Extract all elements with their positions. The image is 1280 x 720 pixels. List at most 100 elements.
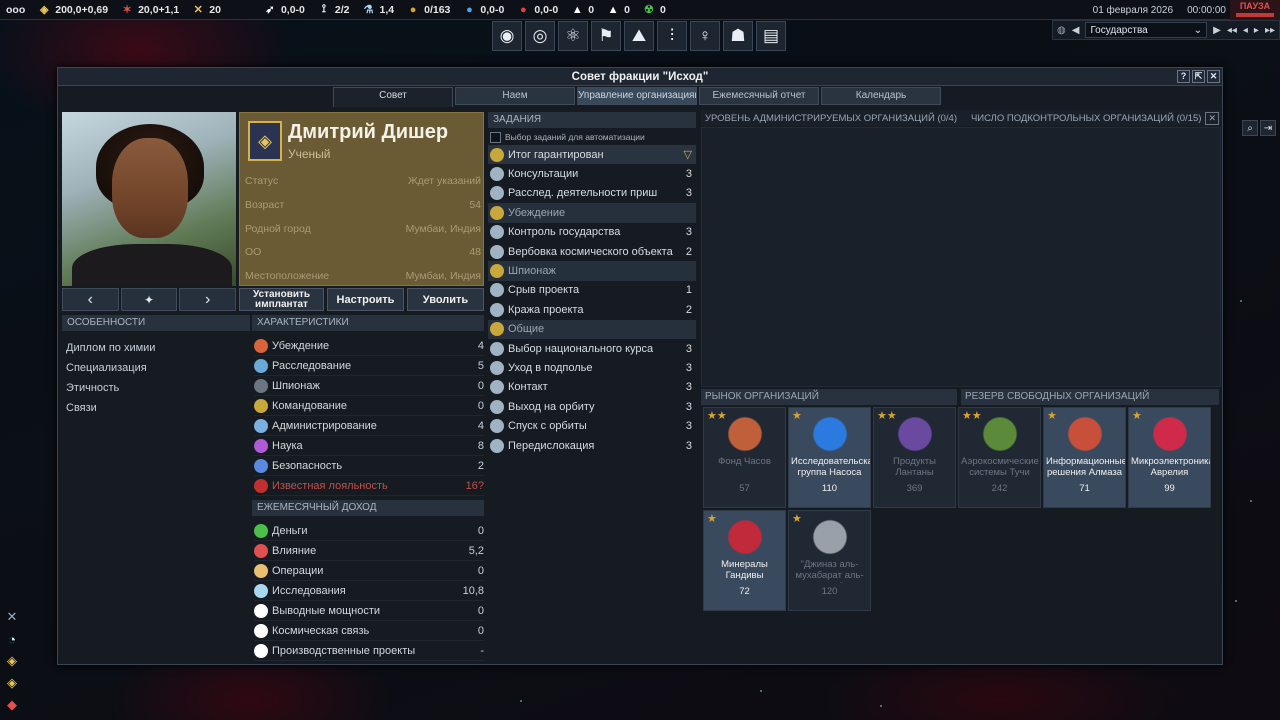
next-councilor-button[interactable]: › [179, 288, 237, 311]
mission-row[interactable]: Контроль государства 3 [488, 223, 696, 242]
stat-icon [254, 643, 268, 658]
slower-icon[interactable]: ◂◂ [1227, 25, 1237, 36]
org-card[interactable]: ★★ Продукты Лантаны 369 [873, 407, 956, 508]
install-implant-button[interactable]: Установить имплантат [239, 288, 324, 311]
resource-item[interactable]: ✕ 20 [185, 3, 227, 17]
stat-row[interactable]: Операции 0 [254, 561, 484, 581]
mission-row[interactable]: Консультации 3 [488, 164, 696, 183]
mission-row[interactable]: Выход на орбиту 3 [488, 397, 696, 416]
search-icon[interactable]: ⌕ [1242, 120, 1258, 136]
stat-row[interactable]: Безопасность 2 [254, 456, 484, 476]
tab-council[interactable]: Совет [333, 87, 453, 107]
automation-toggle[interactable]: Выбор заданий для автоматизации [488, 129, 696, 145]
fire-button[interactable]: Уволить [407, 288, 484, 311]
stat-row[interactable]: Убеждение 4 [254, 336, 484, 356]
faction-emblem-icon[interactable]: ◈ [3, 652, 21, 670]
cycle-portrait-icon[interactable]: ✦ [120, 288, 178, 311]
close-button[interactable]: ✕ [1207, 70, 1220, 83]
control-points-icon[interactable]: ⫶ [657, 21, 687, 51]
trait-item[interactable]: Специализация [66, 358, 155, 378]
org-card[interactable]: ★ Исследовательская группа Насоса 110 [788, 407, 871, 508]
configure-button[interactable]: Настроить [327, 288, 404, 311]
objectives-icon[interactable]: ⚑ [591, 21, 621, 51]
main-menu-button[interactable]: ooo [0, 4, 31, 16]
mission-row[interactable]: Кража проекта 2 [488, 300, 696, 319]
stat-row[interactable]: Деньги 0 [254, 521, 484, 541]
stat-row[interactable]: Шпионаж 0 [254, 376, 484, 396]
step-forward-icon[interactable]: ▸ [1254, 25, 1259, 36]
stat-row[interactable]: Расследование 5 [254, 356, 484, 376]
tab-org-management[interactable]: Управление организациями [577, 87, 697, 105]
faster-icon[interactable]: ▸▸ [1265, 25, 1275, 36]
globe-view-icon[interactable]: ◉ [492, 21, 522, 51]
resource-item[interactable]: ⟟ 2/2 [311, 3, 356, 17]
collapse-icon[interactable]: ⇥ [1260, 120, 1276, 136]
stat-row[interactable]: Командование 0 [254, 396, 484, 416]
mission-row[interactable]: Спуск с орбиты 3 [488, 416, 696, 435]
resource-value: 1,4 [379, 3, 395, 16]
stat-row[interactable]: Известная лояльность 16? [254, 476, 484, 496]
resource-item[interactable]: ⚗ 1,4 [356, 3, 401, 17]
resource-item[interactable]: ▲ 0 [600, 3, 636, 17]
stat-row[interactable]: Администрирование 4 [254, 416, 484, 436]
trait-item[interactable]: Диплом по химии [66, 338, 155, 358]
trait-item[interactable]: Связи [66, 398, 155, 418]
previous-councilor-button[interactable]: ‹ [62, 288, 119, 311]
mission-icon [490, 419, 504, 434]
resource-item[interactable]: ✶ 20,0+1,1 [114, 3, 185, 17]
tab-hire[interactable]: Наем [455, 87, 575, 105]
globe-icon[interactable]: ◍ [1057, 25, 1066, 36]
orgs-icon[interactable]: ⛰ [624, 21, 654, 51]
org-card[interactable]: ★ Микроэлектроника Аврелия 99 [1128, 407, 1211, 508]
stat-row[interactable]: Наука 8 [254, 436, 484, 456]
mission-row[interactable]: Вербовка космического объекта 2 [488, 242, 696, 261]
tab-calendar[interactable]: Календарь [821, 87, 941, 105]
tier-stars: ★★ [962, 410, 982, 422]
close-icon[interactable]: ✕ [3, 608, 21, 626]
resource-item[interactable]: ➶ 0,0-0 [257, 3, 311, 17]
checkbox[interactable] [490, 131, 501, 143]
mission-row[interactable]: Выбор национального курса 3 [488, 339, 696, 358]
close-icon[interactable]: ✕ [1205, 111, 1219, 125]
previous-view-arrow[interactable]: ◀ [1072, 25, 1080, 36]
resource-item[interactable]: ▲ 0 [564, 3, 600, 17]
step-back-icon[interactable]: ◂ [1243, 25, 1248, 36]
stat-row[interactable]: Исследования 10,8 [254, 581, 484, 601]
alert-icon[interactable]: ◆ [3, 696, 21, 714]
intel-icon[interactable]: ☗ [723, 21, 753, 51]
org-card[interactable]: ★ "Джиназ аль-мухабарат аль-амма" 120 [788, 510, 871, 611]
council-icon[interactable]: ⚛ [558, 21, 588, 51]
mission-label: Общие [508, 323, 545, 336]
stat-row[interactable]: Космическая связь 0 [254, 621, 484, 641]
resource-item[interactable]: ● 0,0-0 [510, 3, 564, 17]
resource-item[interactable]: ● 0,0-0 [456, 3, 510, 17]
org-card[interactable]: ★★ Аэрокосмические системы Тучи 242 [958, 407, 1041, 508]
stat-row[interactable]: Выводные мощности 0 [254, 601, 484, 621]
trait-item[interactable]: Этичность [66, 378, 155, 398]
stat-row[interactable]: Производственные проекты - [254, 641, 484, 661]
solar-system-icon[interactable]: ◎ [525, 21, 555, 51]
clock-icon[interactable]: ◔ [3, 630, 21, 648]
pause-indicator[interactable]: ПАУЗА [1230, 0, 1280, 20]
resource-item[interactable]: ☢ 0 [636, 3, 672, 17]
faction-emblem-icon[interactable]: ◈ [3, 674, 21, 692]
mission-row[interactable]: Передислокация 3 [488, 436, 696, 455]
stat-row[interactable]: Влияние 5,2 [254, 541, 484, 561]
detach-button[interactable]: ⇱ [1192, 70, 1205, 83]
mission-row[interactable]: Контакт 3 [488, 378, 696, 397]
mission-row[interactable]: Итог гарантирован ▽ [488, 145, 696, 165]
mission-row[interactable]: Расслед. деятельности приш 3 [488, 184, 696, 203]
org-card[interactable]: ★ Минералы Гандивы 72 [703, 510, 786, 611]
ledger-icon[interactable]: ▤ [756, 21, 786, 51]
help-button[interactable]: ? [1177, 70, 1190, 83]
mission-row[interactable]: Уход в подполье 3 [488, 358, 696, 377]
resource-item[interactable]: ◈ 200,0+0,69 [31, 3, 114, 17]
play-icon[interactable]: ▶ [1213, 25, 1221, 36]
resource-item[interactable]: ● 0/163 [400, 3, 456, 17]
org-card[interactable]: ★ Информационные решения Алмаза 71 [1043, 407, 1126, 508]
mission-row[interactable]: Срыв проекта 1 [488, 281, 696, 300]
view-select[interactable]: Государства ⌄ [1085, 22, 1208, 38]
research-icon[interactable]: ♀ [690, 21, 720, 51]
org-card[interactable]: ★★ Фонд Часов 57 [703, 407, 786, 508]
tab-monthly-report[interactable]: Ежемесячный отчет [699, 87, 819, 105]
